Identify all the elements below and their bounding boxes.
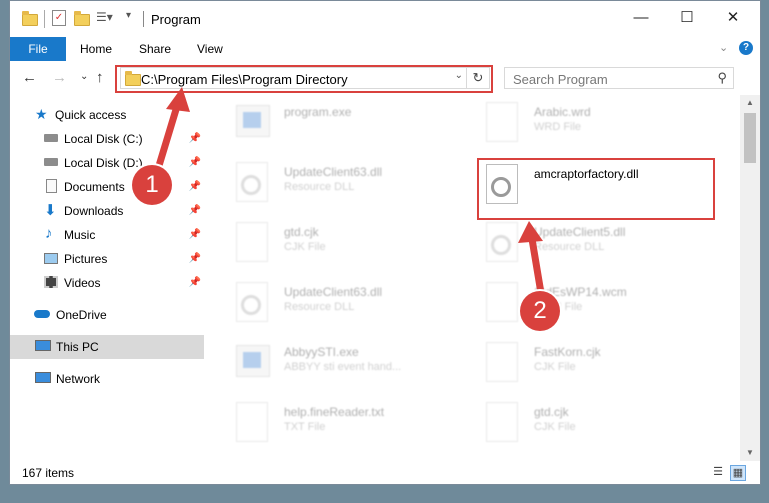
explorer-window: ✓ ☰▾ ▾ Program — ☐ ✕ File Home Share Vie… — [9, 0, 761, 485]
annotation-arrows — [154, 87, 545, 297]
step-2-badge: 2 — [520, 291, 560, 331]
arrow-2 — [518, 221, 545, 297]
step-1-badge: 1 — [132, 165, 172, 205]
arrow-1 — [154, 87, 190, 173]
